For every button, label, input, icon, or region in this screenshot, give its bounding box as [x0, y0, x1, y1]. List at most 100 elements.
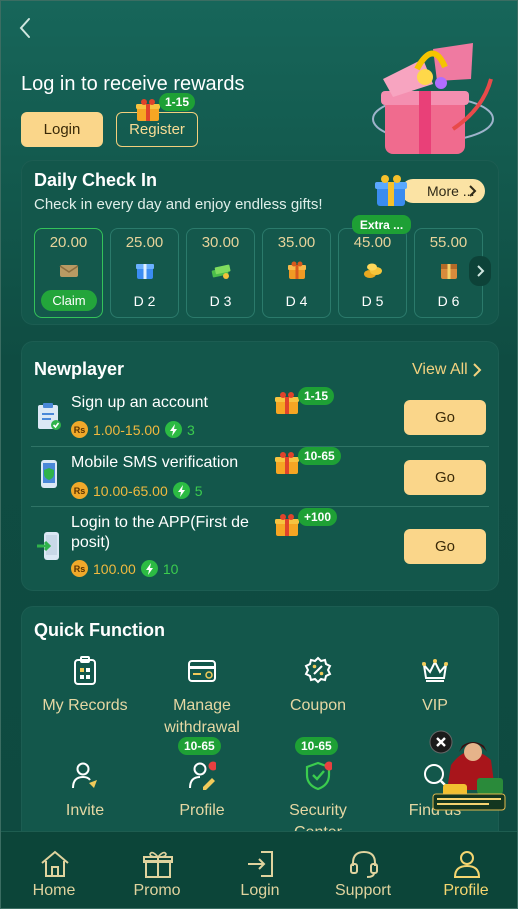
nav-label: Login — [240, 882, 280, 899]
package-icon — [441, 264, 457, 279]
task-badge: 10-65 — [298, 447, 341, 465]
page: Log in to receive rewards Login Register… — [0, 0, 518, 909]
nav-support[interactable]: Support — [311, 832, 415, 908]
lightning-icon — [172, 482, 190, 499]
my-records-item[interactable]: My Records — [30, 656, 140, 726]
wallet-card-icon — [188, 660, 216, 682]
qf-label: Invite — [65, 802, 105, 819]
invite-user-icon — [72, 762, 97, 789]
day-amount: 20.00 — [49, 234, 88, 251]
invite-item[interactable]: Invite — [30, 761, 140, 821]
newplayer-card: Newplayer View All Sign up an account 1-… — [21, 341, 499, 591]
coins-icon — [364, 263, 382, 278]
view-all-link[interactable]: View All — [412, 361, 482, 379]
profile-badge: 10-65 — [178, 737, 221, 755]
back-button[interactable] — [15, 15, 37, 41]
day-label: D 5 — [361, 293, 384, 309]
qf-label: Coupon — [289, 697, 347, 714]
gift-icon — [136, 264, 154, 279]
day-label: D 3 — [209, 293, 232, 309]
task-badge: 1-15 — [298, 387, 335, 405]
energy-amount: 10 — [162, 560, 179, 577]
lightning-icon — [140, 560, 158, 577]
day-label: D 2 — [133, 293, 156, 309]
login-icon — [248, 851, 273, 877]
vip-item[interactable]: VIP — [380, 656, 490, 726]
extra-badge: Extra ... — [352, 215, 411, 234]
hero-title: Log in to receive rewards — [21, 73, 245, 95]
divider — [31, 446, 489, 447]
nav-label: Profile — [443, 882, 489, 899]
register-badge: 1-15 — [159, 93, 196, 111]
qf-label: Profile — [179, 802, 225, 819]
gift-icon — [275, 514, 299, 536]
newplayer-title: Newplayer — [34, 359, 125, 379]
clipboard-icon — [38, 403, 61, 430]
checkin-day-2[interactable]: 25.00 D 2 — [110, 228, 179, 318]
gift-icon — [143, 851, 173, 878]
chevron-left-icon — [19, 18, 30, 38]
home-icon — [41, 850, 69, 877]
nav-profile[interactable]: Profile — [414, 832, 517, 908]
nav-login[interactable]: Login — [208, 832, 312, 908]
gift-icon — [375, 175, 407, 206]
rupee-coin-icon: Rs — [71, 421, 88, 438]
shield-check-icon — [305, 761, 332, 791]
phone-login-icon — [37, 532, 59, 560]
login-button[interactable]: Login — [21, 112, 103, 147]
quick-function-title: Quick Function — [34, 620, 166, 640]
divider — [31, 506, 489, 507]
go-button[interactable]: Go — [404, 400, 486, 435]
day-label: D 6 — [437, 293, 460, 309]
coupon-item[interactable]: Coupon — [263, 656, 373, 726]
nav-label: Promo — [133, 882, 181, 899]
leaderboard-floating-ad[interactable] — [429, 730, 509, 812]
rupee-coin-icon: Rs — [71, 482, 88, 499]
rupee-coin-icon: Rs — [71, 560, 88, 577]
day-amount: 25.00 — [125, 234, 164, 251]
task-title: Sign up an account — [71, 394, 208, 411]
coupon-icon — [304, 656, 332, 684]
go-button[interactable]: Go — [404, 460, 486, 495]
user-icon — [453, 851, 481, 878]
view-all-label: View All — [412, 361, 468, 378]
task-reward: Rs 1.00-15.00 3 — [71, 421, 195, 438]
day-amount: 55.00 — [429, 234, 468, 251]
checkin-day-4[interactable]: 35.00 D 4 — [262, 228, 331, 318]
reward-amount: 1.00-15.00 — [93, 421, 160, 438]
qf-label: Manage withdrawal — [164, 697, 240, 736]
quick-function-card: Quick Function My Records Manage withdra… — [21, 606, 499, 846]
day-label: D 4 — [285, 293, 308, 309]
chevron-right-icon — [477, 265, 485, 277]
reward-amount: 100.00 — [93, 560, 136, 577]
chevron-right-icon — [469, 185, 477, 197]
nav-label: Home — [32, 882, 76, 899]
cash-stack-icon — [211, 264, 231, 279]
scroll-right-button[interactable] — [469, 256, 491, 286]
lightning-icon — [164, 421, 182, 438]
gift-icon — [288, 261, 306, 279]
qf-label: My Records — [42, 697, 128, 714]
profile-edit-icon — [189, 761, 216, 790]
gift-icon — [136, 99, 160, 121]
energy-amount: 3 — [186, 421, 195, 438]
task-reward: Rs 10.00-65.00 5 — [71, 482, 203, 499]
checkin-day-5[interactable]: 45.00 D 5 — [338, 228, 407, 318]
security-badge: 10-65 — [295, 737, 338, 755]
nav-promo[interactable]: Promo — [105, 832, 209, 908]
checkin-day-3[interactable]: 30.00 D 3 — [186, 228, 255, 318]
qf-label: VIP — [422, 697, 448, 714]
nav-label: Support — [334, 882, 392, 899]
more-button[interactable]: More ... — [401, 179, 485, 203]
manage-withdrawal-item[interactable]: Manage withdrawal — [147, 656, 257, 741]
checkin-day-1[interactable]: 20.00 Claim — [34, 228, 103, 318]
security-center-item[interactable]: Security Center — [263, 761, 373, 841]
nav-home[interactable]: Home — [2, 832, 106, 908]
crown-icon — [422, 659, 448, 682]
claim-button[interactable]: Claim — [41, 290, 97, 311]
go-button[interactable]: Go — [404, 529, 486, 564]
day-amount: 35.00 — [277, 234, 316, 251]
task-reward: Rs 100.00 10 — [71, 560, 178, 577]
gift-icon — [275, 452, 299, 474]
profile-item[interactable]: Profile — [147, 761, 257, 821]
